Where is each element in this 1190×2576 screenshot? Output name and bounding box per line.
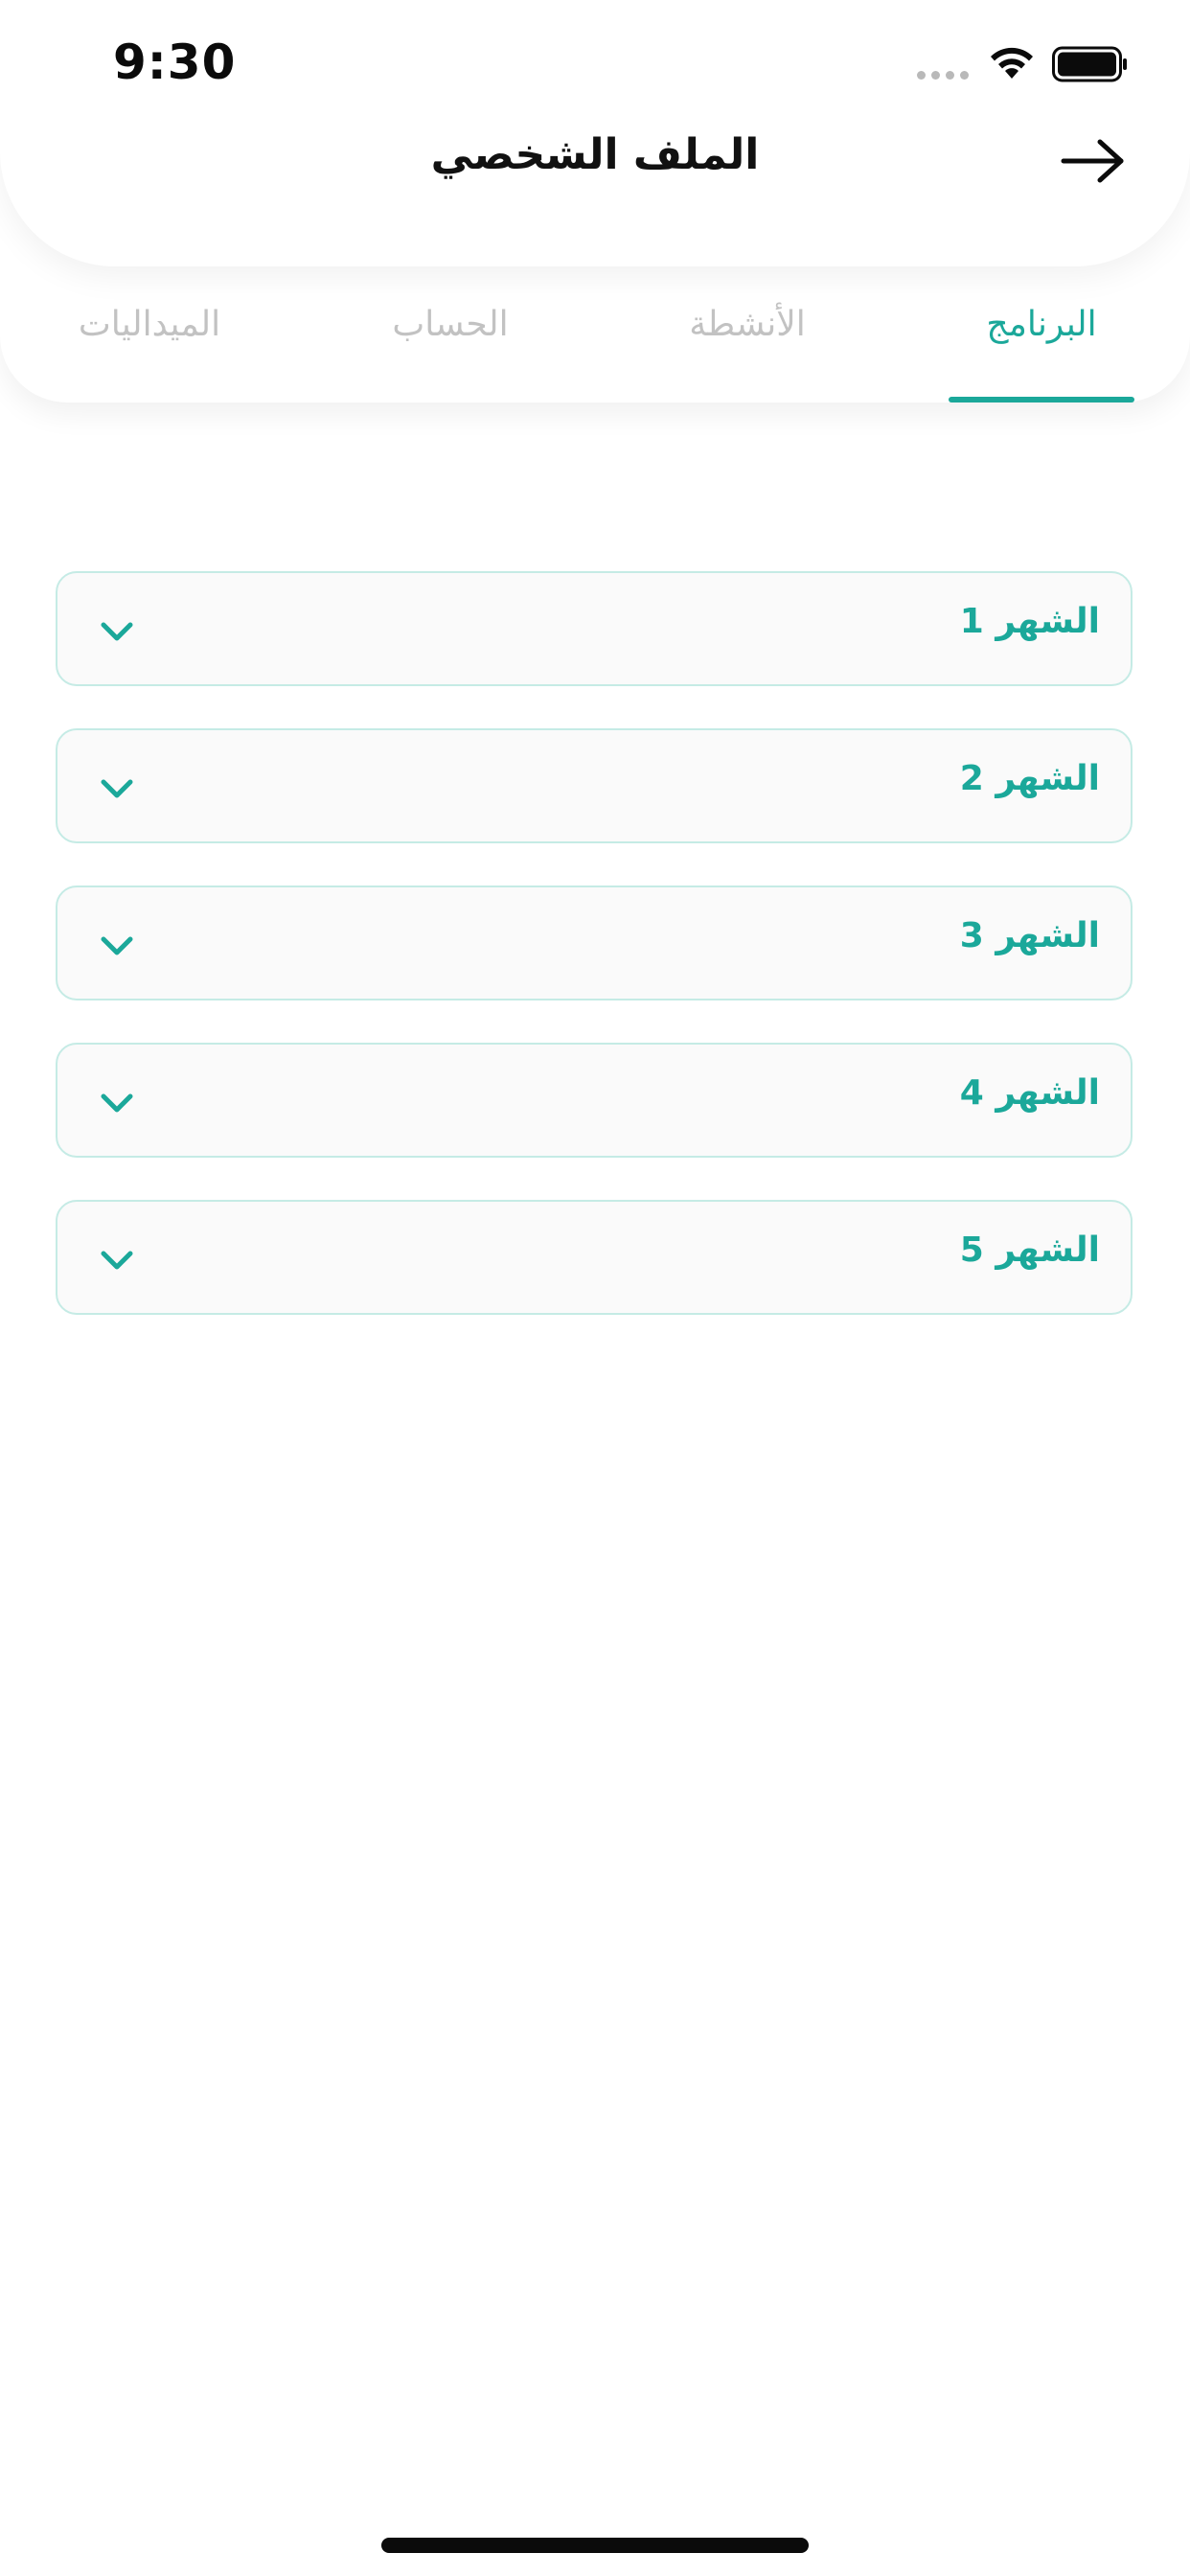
tab-medals-label: الميداليات	[78, 305, 221, 344]
tab-medals[interactable]: الميداليات	[54, 305, 245, 401]
tab-program[interactable]: البرنامج	[949, 305, 1134, 401]
chevron-down-icon	[101, 779, 133, 798]
home-indicator	[381, 2538, 809, 2553]
chevron-down-icon	[101, 936, 133, 955]
battery-icon	[1052, 46, 1127, 82]
month-label: الشهر 1	[959, 602, 1100, 641]
month-row-4[interactable]: الشهر 4	[56, 1043, 1133, 1158]
arrow-right-icon	[1061, 139, 1124, 183]
month-row-2[interactable]: الشهر 2	[56, 728, 1133, 843]
back-button[interactable]	[1054, 130, 1131, 192]
active-tab-indicator	[949, 397, 1134, 402]
page-title: الملف الشخصي	[430, 130, 760, 179]
signal-dots-icon	[917, 71, 969, 80]
month-row-3[interactable]: الشهر 3	[56, 886, 1133, 1000]
tab-activities[interactable]: الأنشطة	[652, 305, 843, 401]
header-card: 9:30 الملف الشخصي	[0, 0, 1190, 266]
chevron-down-icon	[101, 1251, 133, 1270]
month-label: الشهر 5	[959, 1230, 1100, 1270]
month-label: الشهر 2	[959, 759, 1100, 798]
status-time: 9:30	[113, 34, 237, 90]
chevron-down-icon	[101, 622, 133, 641]
chevron-down-icon	[101, 1093, 133, 1113]
tab-account[interactable]: الحساب	[355, 305, 546, 401]
wifi-icon	[991, 47, 1033, 79]
month-label: الشهر 3	[959, 916, 1100, 955]
month-row-1[interactable]: الشهر 1	[56, 571, 1133, 686]
month-label: الشهر 4	[959, 1073, 1100, 1113]
tab-activities-label: الأنشطة	[689, 305, 806, 344]
tab-account-label: الحساب	[392, 305, 509, 344]
tab-program-label: البرنامج	[986, 305, 1097, 344]
month-row-5[interactable]: الشهر 5	[56, 1200, 1133, 1315]
